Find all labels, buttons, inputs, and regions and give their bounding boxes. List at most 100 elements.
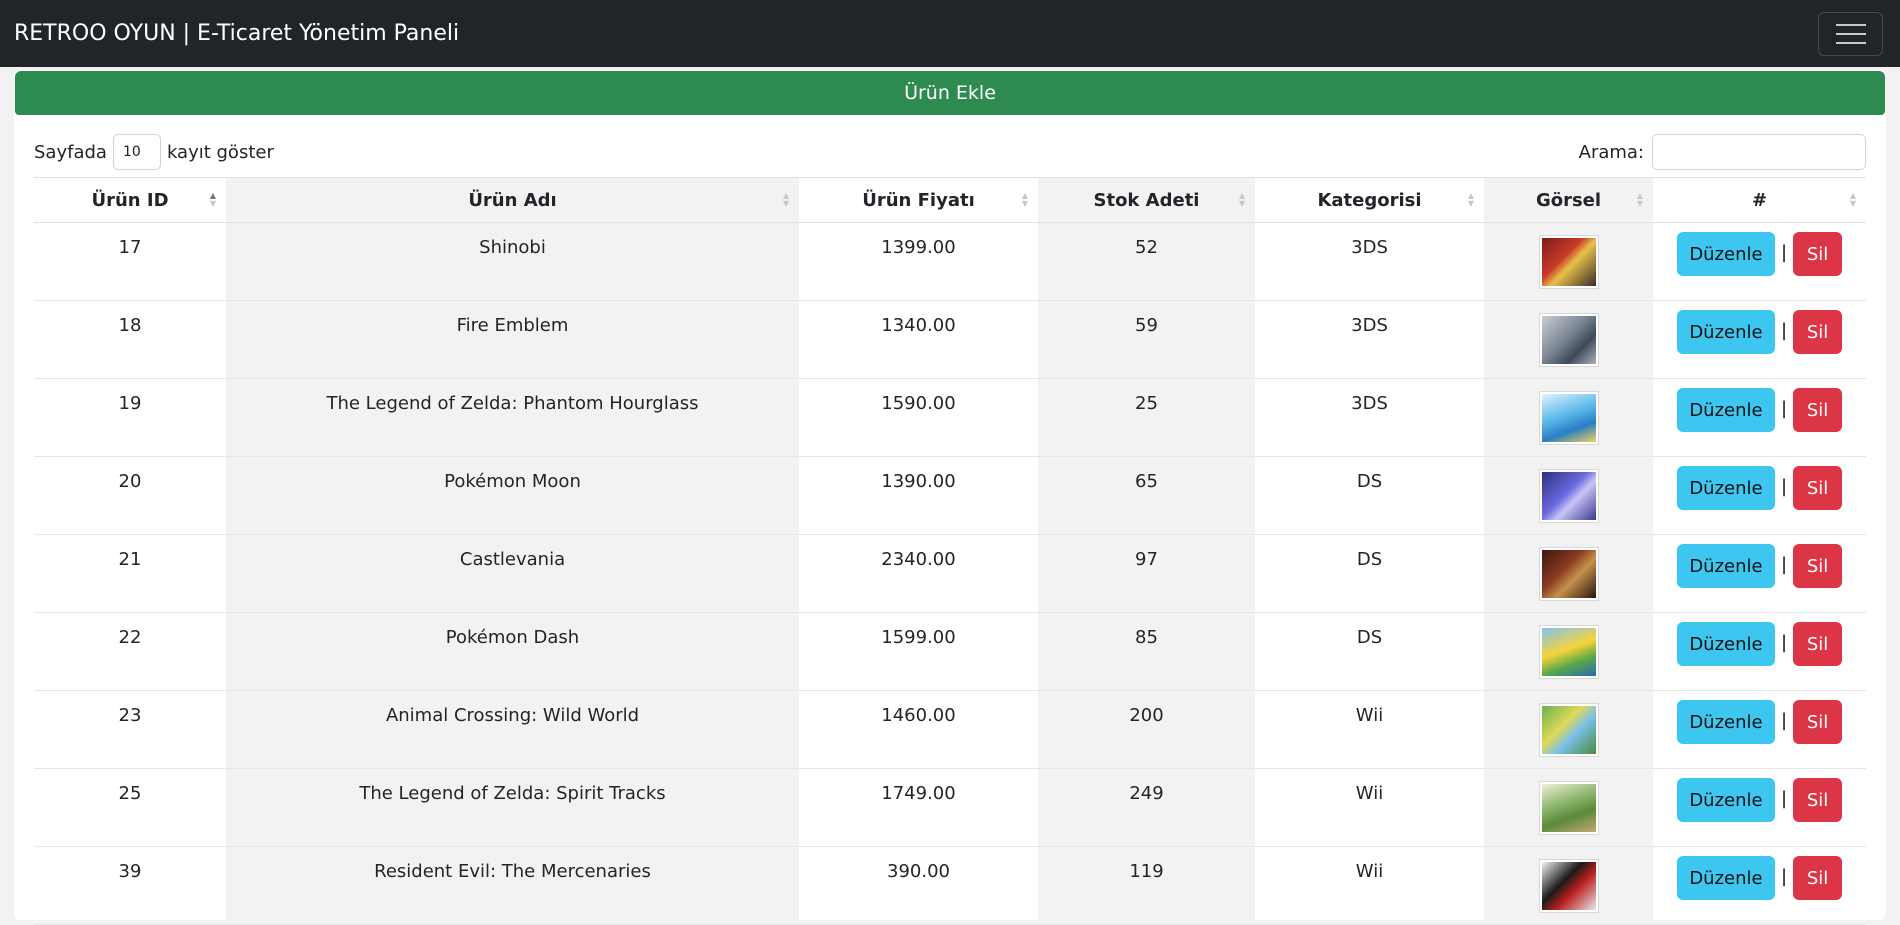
header-price[interactable]: Ürün Fiyatı ▲ ▼: [799, 177, 1038, 223]
cell-price: 1390.00: [799, 456, 1038, 535]
cell-price: 1460.00: [799, 690, 1038, 769]
cell-price: 1599.00: [799, 612, 1038, 691]
header-stock[interactable]: Stok Adeti ▲ ▼: [1038, 177, 1255, 223]
table-row: 17 Shinobi 1399.00 52 3DS Düzenle | Sil: [34, 222, 1866, 301]
cell-price: 1340.00: [799, 300, 1038, 379]
brand-title[interactable]: RETROO OYUN | E-Ticaret Yönetim Paneli: [14, 21, 459, 46]
cell-image: [1484, 222, 1653, 301]
cell-category: 3DS: [1255, 222, 1484, 301]
sort-icon: ▲ ▼: [782, 191, 789, 208]
hamburger-menu-icon[interactable]: [1818, 11, 1883, 56]
cell-name: Animal Crossing: Wild World: [226, 690, 799, 769]
table-header-row: Ürün ID ▲ ▼ Ürün Adı ▲ ▼ Ürün Fiyatı ▲ ▼ Stok …: [34, 177, 1866, 223]
products-card: Ürün Ekle Sayfada 10 kayıt göster Arama:…: [14, 70, 1886, 925]
edit-button[interactable]: Düzenle: [1676, 388, 1775, 432]
action-separator: |: [1780, 553, 1788, 575]
header-image[interactable]: Görsel ▲ ▼: [1484, 177, 1653, 223]
edit-button[interactable]: Düzenle: [1676, 856, 1775, 900]
page-length-select[interactable]: 10: [112, 134, 161, 170]
edit-button[interactable]: Düzenle: [1676, 466, 1775, 510]
table-row: 20 Pokémon Moon 1390.00 65 DS Düzenle | …: [34, 456, 1866, 535]
cell-category: DS: [1255, 612, 1484, 691]
cell-image: [1484, 534, 1653, 613]
cell-category: Wii: [1255, 768, 1484, 847]
product-thumbnail: [1538, 235, 1599, 289]
cell-stock: 25: [1038, 378, 1255, 457]
sort-icon: ▲ ▼: [209, 191, 216, 208]
header-name[interactable]: Ürün Adı ▲ ▼: [226, 177, 799, 223]
cell-category: Wii: [1255, 846, 1484, 925]
cell-image: [1484, 690, 1653, 769]
cell-category: 3DS: [1255, 300, 1484, 379]
header-id[interactable]: Ürün ID ▲ ▼: [34, 177, 226, 223]
delete-button[interactable]: Sil: [1793, 778, 1843, 822]
cell-actions: Düzenle | Sil: [1653, 690, 1866, 769]
cell-image: [1484, 768, 1653, 847]
sort-icon: ▲ ▼: [1636, 191, 1643, 208]
header-actions[interactable]: # ▲ ▼: [1653, 177, 1866, 223]
cell-id: 22: [34, 612, 226, 691]
cell-id: 19: [34, 378, 226, 457]
product-thumbnail: [1538, 781, 1599, 835]
action-separator: |: [1780, 787, 1788, 809]
cell-stock: 249: [1038, 768, 1255, 847]
page-length-suffix: kayıt göster: [166, 141, 274, 163]
edit-button[interactable]: Düzenle: [1676, 232, 1775, 276]
product-thumbnail: [1538, 703, 1599, 757]
delete-button[interactable]: Sil: [1793, 622, 1843, 666]
action-separator: |: [1780, 475, 1788, 497]
cell-actions: Düzenle | Sil: [1653, 378, 1866, 457]
delete-button[interactable]: Sil: [1793, 466, 1843, 510]
cell-stock: 97: [1038, 534, 1255, 613]
cell-stock: 85: [1038, 612, 1255, 691]
delete-button[interactable]: Sil: [1793, 310, 1843, 354]
delete-button[interactable]: Sil: [1793, 700, 1843, 744]
cell-category: 3DS: [1255, 378, 1484, 457]
table-body: 17 Shinobi 1399.00 52 3DS Düzenle | Sil …: [34, 222, 1866, 925]
add-product-button[interactable]: Ürün Ekle: [15, 71, 1885, 115]
product-thumbnail: [1538, 469, 1599, 523]
cell-price: 1590.00: [799, 378, 1038, 457]
edit-button[interactable]: Düzenle: [1676, 544, 1775, 588]
delete-button[interactable]: Sil: [1793, 232, 1843, 276]
edit-button[interactable]: Düzenle: [1676, 700, 1775, 744]
search-input[interactable]: [1652, 134, 1866, 170]
cell-actions: Düzenle | Sil: [1653, 612, 1866, 691]
edit-button[interactable]: Düzenle: [1676, 310, 1775, 354]
cell-name: Resident Evil: The Mercenaries: [226, 846, 799, 925]
edit-button[interactable]: Düzenle: [1676, 778, 1775, 822]
action-separator: |: [1780, 241, 1788, 263]
product-thumbnail: [1538, 859, 1599, 913]
navbar: RETROO OYUN | E-Ticaret Yönetim Paneli: [0, 0, 1900, 67]
product-thumbnail: [1538, 547, 1599, 601]
action-separator: |: [1780, 319, 1788, 341]
cell-category: Wii: [1255, 690, 1484, 769]
cell-name: Pokémon Dash: [226, 612, 799, 691]
cell-id: 20: [34, 456, 226, 535]
cell-price: 1749.00: [799, 768, 1038, 847]
page-length: Sayfada 10 kayıt göster: [34, 134, 274, 170]
delete-button[interactable]: Sil: [1793, 544, 1843, 588]
cell-name: The Legend of Zelda: Phantom Hourglass: [226, 378, 799, 457]
page-length-prefix: Sayfada: [34, 141, 107, 163]
delete-button[interactable]: Sil: [1793, 388, 1843, 432]
edit-button[interactable]: Düzenle: [1676, 622, 1775, 666]
search-box: Arama:: [1579, 134, 1866, 170]
cell-id: 21: [34, 534, 226, 613]
cell-stock: 65: [1038, 456, 1255, 535]
cell-id: 18: [34, 300, 226, 379]
cell-actions: Düzenle | Sil: [1653, 534, 1866, 613]
delete-button[interactable]: Sil: [1793, 856, 1843, 900]
action-separator: |: [1780, 709, 1788, 731]
product-thumbnail: [1538, 625, 1599, 679]
cell-image: [1484, 456, 1653, 535]
cell-actions: Düzenle | Sil: [1653, 222, 1866, 301]
cell-image: [1484, 612, 1653, 691]
cell-stock: 59: [1038, 300, 1255, 379]
cell-price: 390.00: [799, 846, 1038, 925]
cell-image: [1484, 378, 1653, 457]
search-label: Arama:: [1578, 141, 1644, 163]
header-category[interactable]: Kategorisi ▲ ▼: [1255, 177, 1484, 223]
cell-name: Fire Emblem: [226, 300, 799, 379]
cell-image: [1484, 300, 1653, 379]
